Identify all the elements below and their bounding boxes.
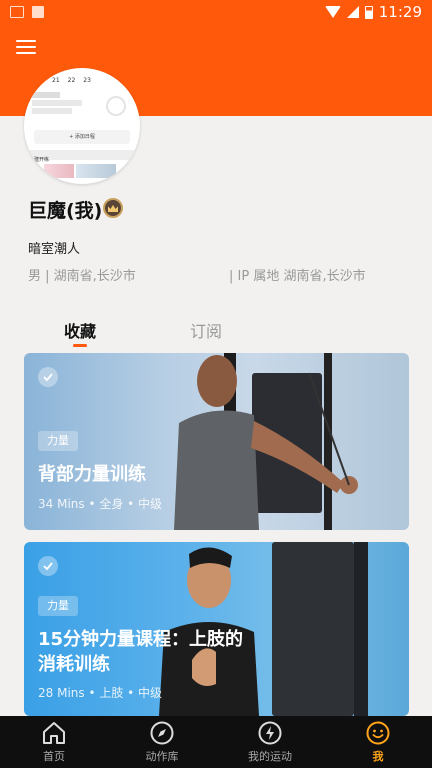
avatar-add-label: + 添加日程 bbox=[34, 130, 130, 144]
nav-me[interactable]: 我 bbox=[324, 716, 432, 768]
course-title-line2: 消耗训练 bbox=[38, 654, 110, 675]
status-time: 11:29 bbox=[378, 3, 422, 21]
avatar-date-row: 21 22 23 bbox=[52, 77, 91, 84]
course-card[interactable]: 力量 15分钟力量课程：上肢的 消耗训练 28 Mins • 上肢 • 中级 bbox=[24, 542, 409, 716]
nav-home[interactable]: 首页 bbox=[0, 716, 108, 768]
nav-my-workouts[interactable]: 我的运动 bbox=[216, 716, 324, 768]
bio: 暗室潮人 bbox=[28, 242, 81, 257]
lightning-icon bbox=[258, 721, 282, 745]
wifi-icon bbox=[324, 6, 341, 18]
category-tag: 力量 bbox=[38, 596, 78, 616]
athlete-image bbox=[174, 355, 358, 530]
tab-subscriptions[interactable]: 订阅 bbox=[190, 318, 222, 342]
crown-badge-icon bbox=[103, 198, 123, 218]
gender-location: 男 | 湖南省,长沙市 bbox=[28, 269, 136, 284]
category-tag: 力量 bbox=[38, 431, 78, 451]
selected-check-icon[interactable] bbox=[38, 367, 58, 387]
tab-favorites[interactable]: 收藏 bbox=[64, 318, 96, 342]
bottom-nav: 首页 动作库 我的运动 我 bbox=[0, 716, 432, 768]
image-notification-icon bbox=[10, 6, 24, 18]
nav-exercise-library[interactable]: 动作库 bbox=[108, 716, 216, 768]
tab-indicator bbox=[73, 344, 87, 347]
course-meta: 34 Mins • 全身 • 中级 bbox=[38, 497, 163, 511]
selected-check-icon[interactable] bbox=[38, 556, 58, 576]
avatar-list-label: 建开练 bbox=[34, 157, 50, 163]
machine-image bbox=[272, 542, 354, 716]
text-notification-icon bbox=[32, 6, 44, 18]
signal-icon bbox=[346, 6, 359, 18]
avatar-ring-icon bbox=[106, 96, 126, 116]
avatar[interactable]: 21 22 23 + 添加日程 建开练 bbox=[24, 68, 140, 184]
smile-icon bbox=[366, 721, 390, 745]
course-title: 背部力量训练 bbox=[38, 464, 146, 485]
avatar-thumbnails bbox=[44, 164, 116, 178]
username: 巨魔(我) bbox=[28, 200, 103, 222]
compass-icon bbox=[150, 721, 174, 745]
course-meta: 28 Mins • 上肢 • 中级 bbox=[38, 686, 163, 700]
course-card[interactable]: 力量 背部力量训练 34 Mins • 全身 • 中级 bbox=[24, 353, 409, 530]
home-icon bbox=[43, 722, 65, 744]
course-title-line1: 15分钟力量课程：上肢的 bbox=[38, 629, 244, 650]
ip-location: | IP 属地 湖南省,长沙市 bbox=[229, 269, 366, 284]
status-bar: 11:29 bbox=[0, 0, 432, 24]
menu-icon[interactable] bbox=[16, 40, 36, 56]
battery-icon bbox=[364, 5, 373, 19]
